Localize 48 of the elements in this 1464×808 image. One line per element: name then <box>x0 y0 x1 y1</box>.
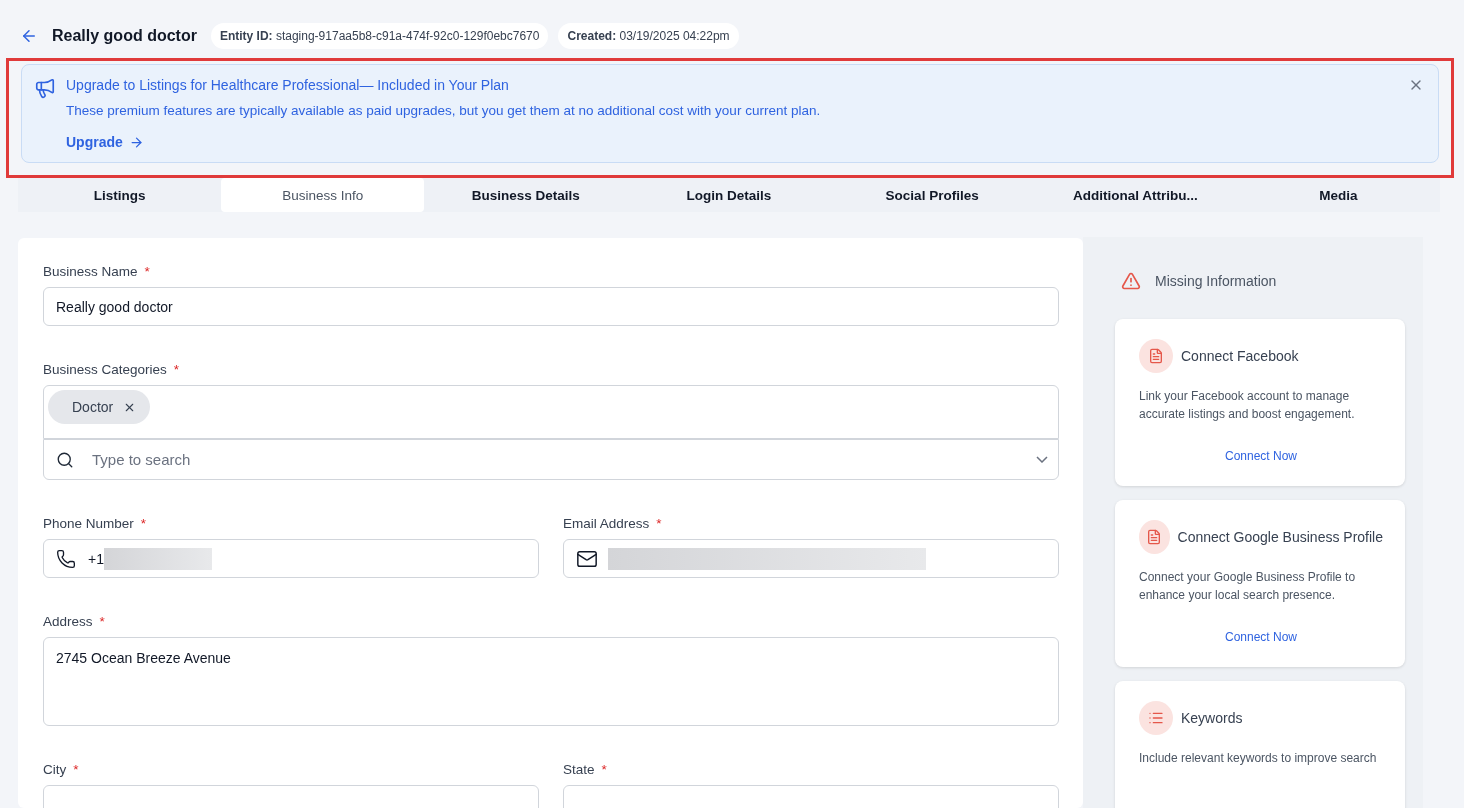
card-title: Connect Google Business Profile <box>1177 529 1383 545</box>
warning-icon <box>1121 271 1141 291</box>
card-text: Connect your Google Business Profile to enhance your local search presence. <box>1139 569 1357 604</box>
field-value: +1 <box>88 550 104 567</box>
tab[interactable]: Listings <box>18 178 222 212</box>
document-icon <box>1139 520 1170 554</box>
chevron-down-icon <box>1036 456 1048 463</box>
list-icon <box>1139 701 1173 735</box>
phone-field[interactable]: +1 <box>43 539 539 578</box>
page-title: Really good doctor <box>52 27 197 45</box>
tab[interactable]: Business Info <box>221 178 425 212</box>
field-label: Phone Number * <box>43 516 148 531</box>
email-field[interactable] <box>563 539 1059 578</box>
field-label: City * <box>43 762 80 777</box>
address-field[interactable]: 2745 Ocean Breeze Avenue <box>43 637 1059 726</box>
created-pill: Created: 03/19/2025 04:22pm <box>558 23 739 49</box>
search-icon <box>56 450 74 469</box>
card-text: Include relevant keywords to improve search <box>1139 750 1378 767</box>
tags-field[interactable]: Doctor <box>43 385 1059 439</box>
phone-icon <box>56 548 76 569</box>
tag-label: Doctor <box>72 399 114 415</box>
card-title: Keywords <box>1181 710 1243 726</box>
field-label: Address * <box>43 614 106 629</box>
tab[interactable]: Media <box>1236 178 1440 212</box>
section-heading: Missing Information <box>1155 273 1277 289</box>
arrow-right-icon <box>128 134 144 150</box>
field-label: Business Categories * <box>43 362 181 377</box>
entity-id-pill: Entity ID: staging-917aa5b8-c91a-474f-92c0-129f0ebc7670 <box>210 23 549 49</box>
field-label: Business Name * <box>43 264 151 279</box>
upgrade-link[interactable]: Upgrade <box>66 134 144 150</box>
document-icon <box>1139 339 1173 373</box>
field-value: Really good doctor <box>56 298 173 315</box>
tab[interactable]: Business Details <box>424 178 628 212</box>
field-label: Email Address * <box>563 516 663 531</box>
banner-title: Upgrade to Listings for Healthcare Professional— Included in Your Plan <box>66 77 510 93</box>
field-value: 2745 Ocean Breeze Avenue <box>56 650 231 666</box>
tab[interactable]: Additional Attribu... <box>1033 178 1237 212</box>
search-field[interactable]: Type to search <box>43 439 1059 480</box>
connect-link[interactable]: Connect Now <box>1224 630 1297 644</box>
card-title: Connect Facebook <box>1181 348 1299 364</box>
text-field[interactable]: Really good doctor <box>43 287 1059 326</box>
connect-link[interactable]: Connect Now <box>1224 449 1297 463</box>
banner-text: These premium features are typically available as paid upgrades, but you get them at no additional cost with your current plan. <box>66 103 821 118</box>
field-label: State * <box>563 762 608 777</box>
card-text: Link your Facebook account to manage accurate listings and boost engagement. <box>1139 388 1356 423</box>
tab[interactable]: Login Details <box>627 178 831 212</box>
megaphone-icon <box>34 77 56 99</box>
tab[interactable]: Social Profiles <box>830 178 1034 212</box>
